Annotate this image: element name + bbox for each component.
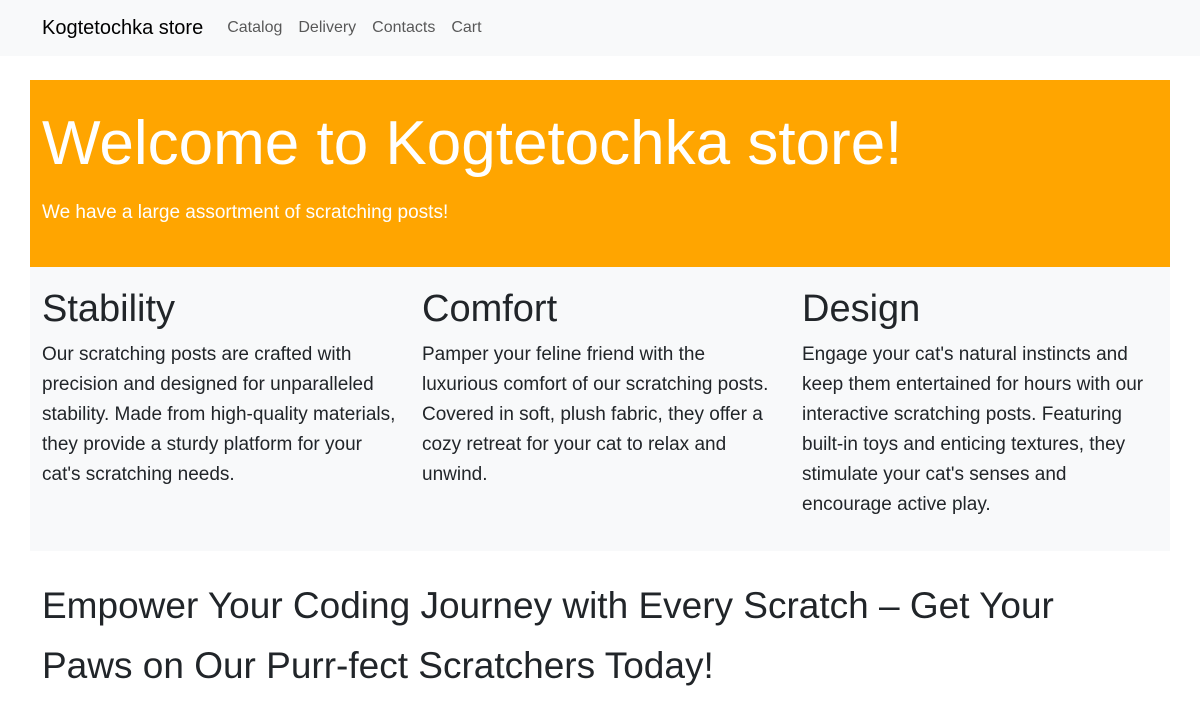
- nav-link-catalog[interactable]: Catalog: [227, 19, 282, 37]
- hero-banner: Welcome to Kogtetochka store! We have a …: [30, 80, 1170, 267]
- feature-text: Pamper your feline friend with the luxur…: [422, 344, 769, 485]
- feature-title: Comfort: [422, 288, 558, 330]
- feature-title: Design: [802, 288, 921, 330]
- features-section: Stability Our scratching posts are craft…: [30, 267, 1170, 551]
- hero-subtitle: We have a large assortment of scratching…: [42, 202, 449, 223]
- feature-text: Our scratching posts are crafted with pr…: [42, 344, 396, 485]
- feature-text: Engage your cat's natural instincts and …: [802, 344, 1144, 515]
- brand-link[interactable]: Kogtetochka store: [42, 0, 203, 56]
- tagline-heading: Empower Your Coding Journey with Every S…: [42, 585, 1054, 686]
- navbar: Kogtetochka store Catalog Delivery Conta…: [0, 0, 1200, 56]
- hero-title: Welcome to Kogtetochka store!: [42, 109, 903, 178]
- nav-link-delivery[interactable]: Delivery: [298, 19, 356, 37]
- nav-link-cart[interactable]: Cart: [451, 19, 481, 37]
- feature-title: Stability: [42, 288, 176, 330]
- nav-link-contacts[interactable]: Contacts: [372, 19, 435, 37]
